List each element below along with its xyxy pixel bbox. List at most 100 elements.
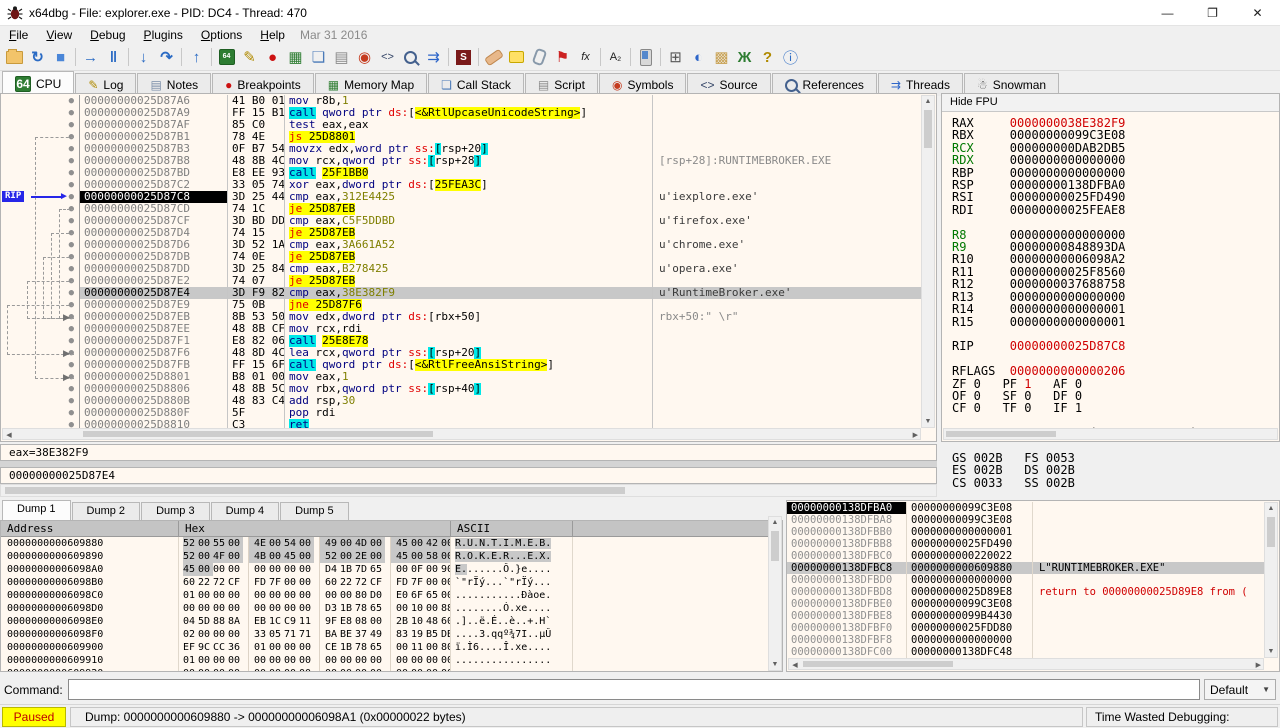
- memory-map-icon[interactable]: ▦: [284, 46, 307, 68]
- register-line[interactable]: CS 0033 SS 002B: [952, 477, 1279, 489]
- disasm-row[interactable]: ●00000000025D8801B8 01 00mov eax,1: [1, 371, 921, 383]
- source-icon[interactable]: <>: [376, 46, 399, 68]
- breakpoint-dot-icon[interactable]: ●: [1, 371, 79, 383]
- breakpoint-dot-icon[interactable]: ●: [1, 203, 79, 215]
- stack-row[interactable]: 00000000138DFBC00000000000220022: [787, 550, 1264, 562]
- stack-row[interactable]: 00000000138DFBF80000000000000000: [787, 634, 1264, 646]
- breakpoint-dot-icon[interactable]: ●: [1, 179, 79, 191]
- references-icon[interactable]: [399, 46, 422, 68]
- close-button[interactable]: ✕: [1235, 1, 1280, 25]
- dump-tab-4[interactable]: Dump 4: [211, 502, 280, 520]
- disasm-row[interactable]: ●00000000025D87A641 B0 01mov r8b,1: [1, 95, 921, 107]
- disasm-row[interactable]: ●00000000025D87B30F B7 54movzx edx,word …: [1, 143, 921, 155]
- breakpoint-icon[interactable]: ●: [261, 46, 284, 68]
- disasm-row[interactable]: ●00000000025D87DD3D 25 84cmp eax,B278425…: [1, 263, 921, 275]
- disasm-row[interactable]: ●00000000025D87EB8B 53 50mov edx,dword p…: [1, 311, 921, 323]
- breakpoint-dot-icon[interactable]: ●: [1, 275, 79, 287]
- breakpoint-dot-icon[interactable]: ●: [1, 311, 79, 323]
- dump-row[interactable]: 0000000000609900EF9CCC3601000000CE1B7865…: [1, 641, 782, 654]
- disasm-row[interactable]: ●00000000025D87E975 0Bjne 25D87F6: [1, 299, 921, 311]
- comment-icon[interactable]: [505, 46, 528, 68]
- script-icon[interactable]: ▤: [330, 46, 353, 68]
- breakpoint-dot-icon[interactable]: ●: [1, 239, 79, 251]
- restart-icon[interactable]: ↻: [26, 46, 49, 68]
- breakpoint-dot-icon[interactable]: ●: [1, 215, 79, 227]
- disasm-row[interactable]: ●00000000025D87B848 8B 4Cmov rcx,qword p…: [1, 155, 921, 167]
- shellcode-icon[interactable]: S: [452, 46, 475, 68]
- breakpoint-dot-icon[interactable]: ●: [1, 143, 79, 155]
- stack-horizontal-scrollbar[interactable]: ◀ ▶: [788, 658, 1264, 670]
- scroll-down-icon[interactable]: ▼: [1265, 648, 1277, 655]
- menu-item-help[interactable]: Help: [251, 27, 294, 43]
- threads-icon[interactable]: ⇉: [422, 46, 445, 68]
- command-input[interactable]: [68, 679, 1200, 700]
- disasm-row[interactable]: ●00000000025D87B178 4Ejs 25D8801: [1, 131, 921, 143]
- dump-row[interactable]: 00000000006098F00200000033057171BABE3749…: [1, 628, 782, 641]
- globe-icon[interactable]: ◐: [687, 46, 710, 68]
- disasm-row[interactable]: ●00000000025D87FBFF 15 6Fcall qword ptr …: [1, 359, 921, 371]
- step-over-icon[interactable]: ↷: [155, 46, 178, 68]
- disasm-horizontal-scrollbar[interactable]: ◀ ▶: [2, 428, 921, 440]
- symbols-icon[interactable]: ◉: [353, 46, 376, 68]
- help-script-icon[interactable]: ?: [756, 46, 779, 68]
- menu-item-plugins[interactable]: Plugins: [135, 27, 192, 43]
- scroll-up-icon[interactable]: ▲: [769, 519, 781, 526]
- run-icon[interactable]: →: [79, 46, 102, 68]
- breakpoint-dot-icon[interactable]: ●: [1, 287, 79, 299]
- disasm-row[interactable]: ●00000000025D87E43D F9 82cmp eax,38E382F…: [1, 287, 921, 299]
- profile-select[interactable]: Default ▼: [1204, 679, 1276, 700]
- dump-tab-1[interactable]: Dump 1: [2, 500, 71, 520]
- stack-row[interactable]: 00000000138DFBE000000000099C3E08: [787, 598, 1264, 610]
- scroll-down-icon[interactable]: ▼: [769, 661, 781, 668]
- maximize-button[interactable]: ❐: [1190, 1, 1235, 25]
- disasm-row[interactable]: ●00000000025D87CF3D BD DDcmp eax,C5F5DDB…: [1, 215, 921, 227]
- bookmark-icon[interactable]: ⚑: [551, 46, 574, 68]
- dump-tab-2[interactable]: Dump 2: [72, 502, 141, 520]
- menu-item-debug[interactable]: Debug: [81, 27, 134, 43]
- disasm-row[interactable]: ●00000000025D880F5Fpop rdi: [1, 407, 921, 419]
- stack-row[interactable]: 00000000138DFC0000000000138DFC48: [787, 646, 1264, 658]
- stack-vertical-scrollbar[interactable]: ▲ ▼: [1264, 502, 1278, 658]
- breakpoint-dot-icon[interactable]: ●: [1, 419, 79, 428]
- breakpoint-dot-icon[interactable]: ●: [1, 155, 79, 167]
- breakpoint-dot-icon[interactable]: ●: [1, 359, 79, 371]
- breakpoint-dot-icon[interactable]: ●: [1, 167, 79, 179]
- cpu-icon[interactable]: 64: [215, 46, 238, 68]
- breakpoint-dot-icon[interactable]: ●: [1, 227, 79, 239]
- breakpoint-dot-icon[interactable]: ●: [1, 347, 79, 359]
- scroll-left-icon[interactable]: ◀: [791, 661, 799, 669]
- info-scrollbar[interactable]: [0, 484, 937, 497]
- stop-icon[interactable]: ■: [49, 46, 72, 68]
- calculator-icon[interactable]: ⊞: [664, 46, 687, 68]
- text-icon[interactable]: A₂: [604, 46, 627, 68]
- disasm-row[interactable]: ●00000000025D87C83D 25 44cmp eax,312E442…: [1, 191, 921, 203]
- device-icon[interactable]: [634, 46, 657, 68]
- function-icon[interactable]: fx: [574, 46, 597, 68]
- disasm-row[interactable]: ●00000000025D880648 8B 5Cmov rbx,qword p…: [1, 383, 921, 395]
- breakpoint-dot-icon[interactable]: ●: [1, 299, 79, 311]
- disasm-row[interactable]: ●00000000025D87E274 07je 25D87EB: [1, 275, 921, 287]
- stack-row[interactable]: 00000000138DFBA800000000099C3E08: [787, 514, 1264, 526]
- disasm-row[interactable]: ●00000000025D87F1E8 82 06call 25E8E78: [1, 335, 921, 347]
- breakpoint-dot-icon[interactable]: ●: [1, 251, 79, 263]
- scroll-up-icon[interactable]: ▲: [922, 98, 934, 105]
- register-line[interactable]: RIP 00000000025D87C8: [952, 340, 1279, 352]
- dump-row[interactable]: 0000000000609920000000000000000000000000…: [1, 667, 782, 672]
- step-into-icon[interactable]: ↓: [132, 46, 155, 68]
- register-line[interactable]: R15 0000000000000001: [952, 316, 1279, 328]
- disasm-row[interactable]: ●00000000025D87A9FF 15 B1call qword ptr …: [1, 107, 921, 119]
- dump-tab-5[interactable]: Dump 5: [280, 502, 349, 520]
- breakpoint-dot-icon[interactable]: ●: [1, 335, 79, 347]
- dump-vertical-scrollbar[interactable]: ▲ ▼: [768, 516, 782, 671]
- scroll-left-icon[interactable]: ◀: [5, 431, 13, 439]
- menu-item-options[interactable]: Options: [192, 27, 251, 43]
- disasm-row[interactable]: ●00000000025D87C233 05 74xor eax,dword p…: [1, 179, 921, 191]
- stack-row[interactable]: 00000000138DFBA000000000099C3E08: [787, 502, 1264, 514]
- dump-row[interactable]: 00000000006098C00100000000000000000080D0…: [1, 589, 782, 602]
- breakpoint-dot-icon[interactable]: ●: [1, 107, 79, 119]
- breakpoint-dot-icon[interactable]: ●: [1, 395, 79, 407]
- dump-row[interactable]: 00000000006098A04500000000000000D41B7D65…: [1, 563, 782, 576]
- disasm-row[interactable]: ●00000000025D87D474 15je 25D87EB: [1, 227, 921, 239]
- package-icon[interactable]: ▩: [710, 46, 733, 68]
- pause-icon[interactable]: ‖: [102, 46, 125, 68]
